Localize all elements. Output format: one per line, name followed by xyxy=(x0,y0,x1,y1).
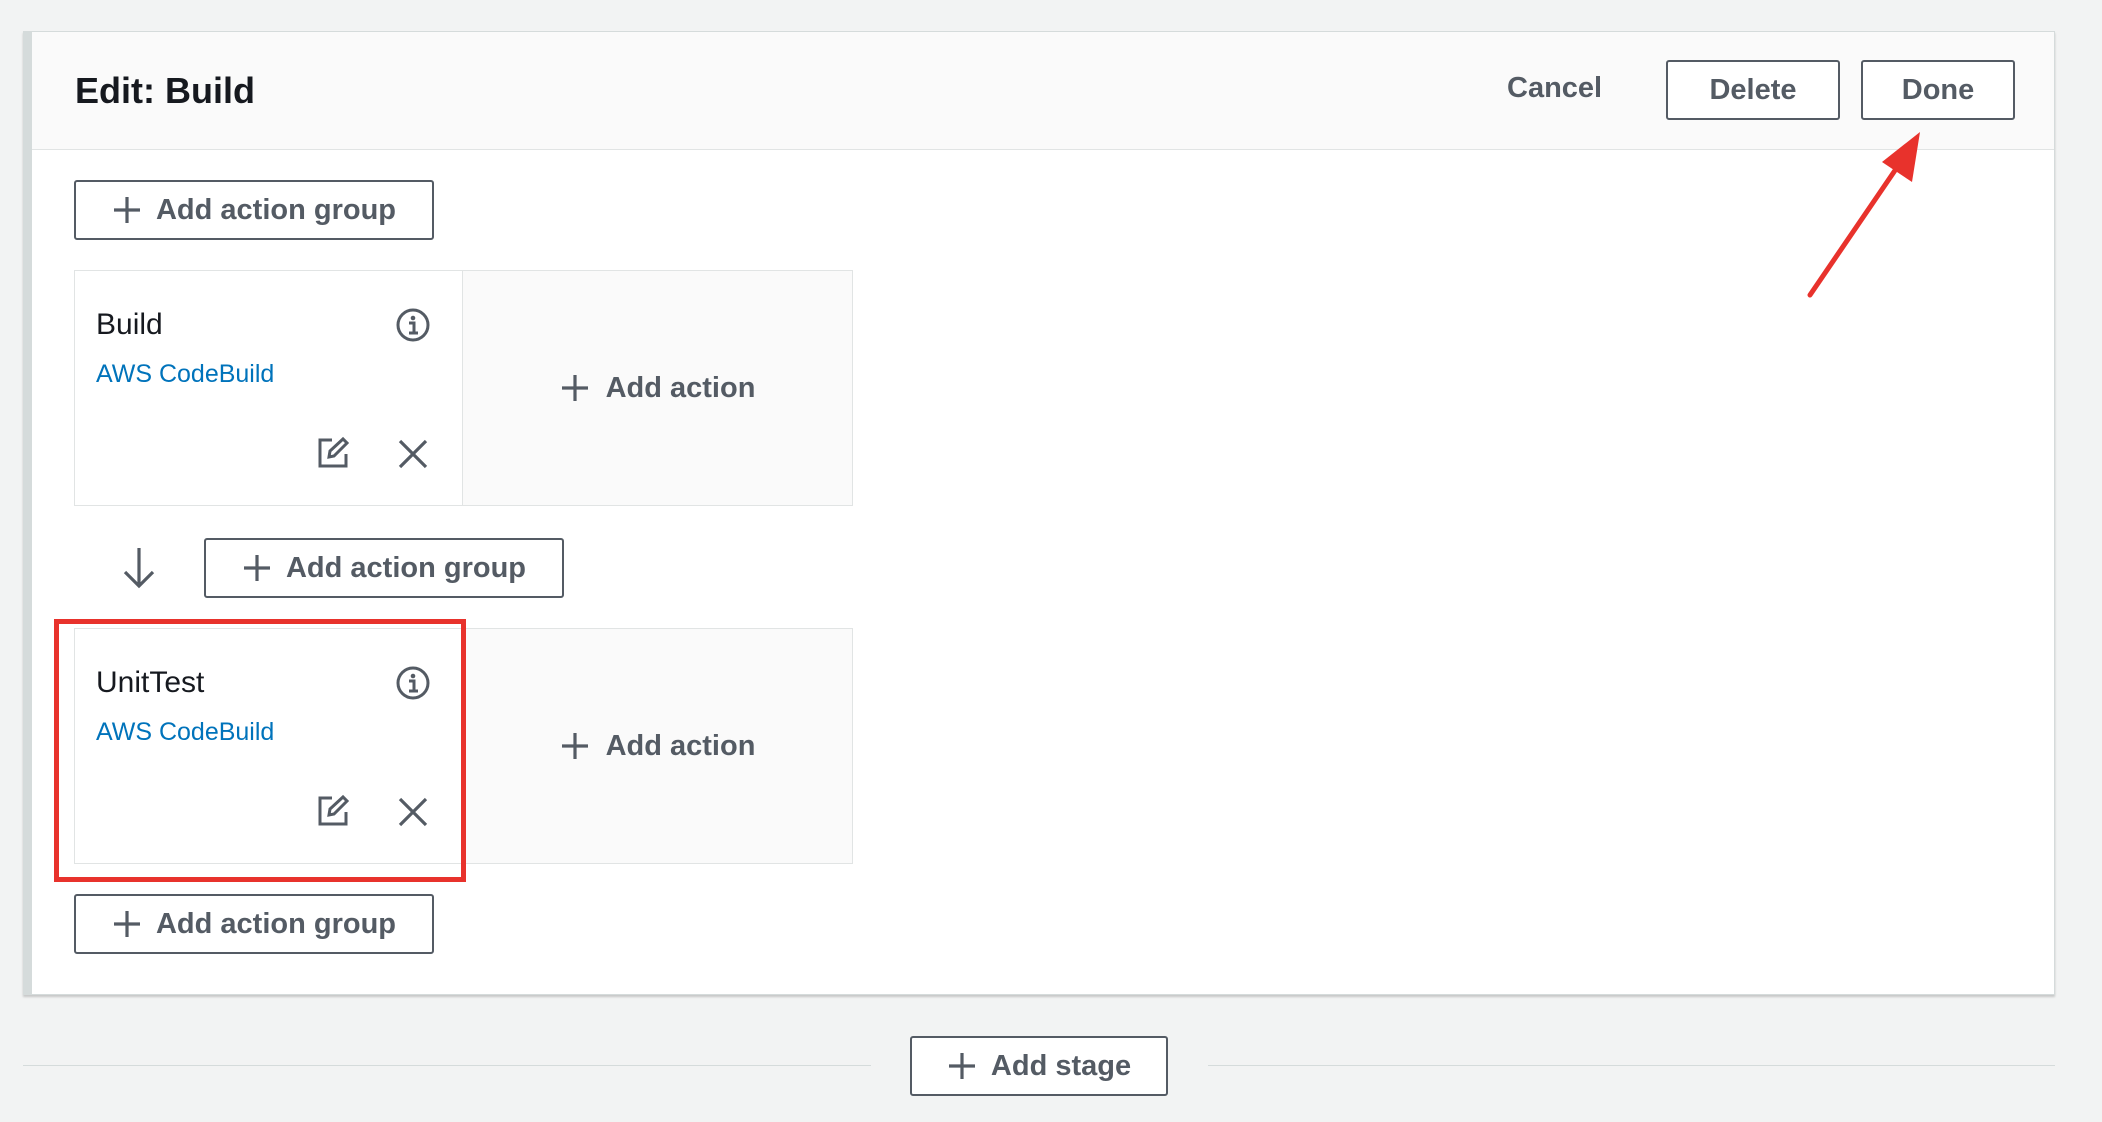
add-action-label: Add action xyxy=(605,729,756,762)
add-action-group-button-bottom[interactable]: Add action group xyxy=(74,894,434,954)
add-action-group-label: Add action group xyxy=(155,193,397,226)
action-name: Build xyxy=(96,308,163,341)
plus-icon xyxy=(112,195,142,225)
arrow-down-icon xyxy=(123,548,155,589)
action-provider-link[interactable]: AWS CodeBuild xyxy=(96,718,274,747)
close-icon[interactable] xyxy=(397,438,429,470)
action-group-unittest: UnitTest AWS CodeBuild Add action xyxy=(74,628,853,864)
add-action-area: Add action xyxy=(463,271,852,505)
action-card-build: Build AWS CodeBuild xyxy=(75,271,463,505)
stage-divider-right xyxy=(1208,1065,2055,1066)
add-action-button[interactable]: Add action xyxy=(560,371,756,405)
panel-title: Edit: Build xyxy=(75,70,255,111)
add-action-group-button-top[interactable]: Add action group xyxy=(74,180,434,240)
action-card-unittest: UnitTest AWS CodeBuild xyxy=(75,629,463,863)
add-action-area: Add action xyxy=(463,629,852,863)
plus-icon xyxy=(112,909,142,939)
edit-icon[interactable] xyxy=(316,436,350,470)
info-icon[interactable] xyxy=(395,307,431,343)
action-group-build: Build AWS CodeBuild Add action xyxy=(74,270,853,506)
add-action-label: Add action xyxy=(605,371,756,404)
add-action-group-label: Add action group xyxy=(155,907,397,940)
add-stage-label: Add stage xyxy=(990,1049,1132,1082)
add-action-group-button-middle[interactable]: Add action group xyxy=(204,538,564,598)
action-name: UnitTest xyxy=(96,666,205,699)
done-button[interactable]: Done xyxy=(1861,60,2015,120)
add-action-button[interactable]: Add action xyxy=(560,729,756,763)
edit-icon[interactable] xyxy=(316,794,350,828)
close-icon[interactable] xyxy=(397,796,429,828)
info-icon[interactable] xyxy=(395,665,431,701)
plus-icon xyxy=(560,373,590,403)
add-stage-button[interactable]: Add stage xyxy=(910,1036,1168,1096)
delete-button[interactable]: Delete xyxy=(1666,60,1840,120)
plus-icon xyxy=(560,731,590,761)
add-action-group-label: Add action group xyxy=(285,551,527,584)
plus-icon xyxy=(947,1051,977,1081)
stage-divider-left xyxy=(23,1065,871,1066)
plus-icon xyxy=(242,553,272,583)
cancel-button[interactable]: Cancel xyxy=(1507,72,1602,105)
action-provider-link[interactable]: AWS CodeBuild xyxy=(96,360,274,389)
panel-header: Edit: Build Cancel Delete Done xyxy=(32,32,2054,150)
